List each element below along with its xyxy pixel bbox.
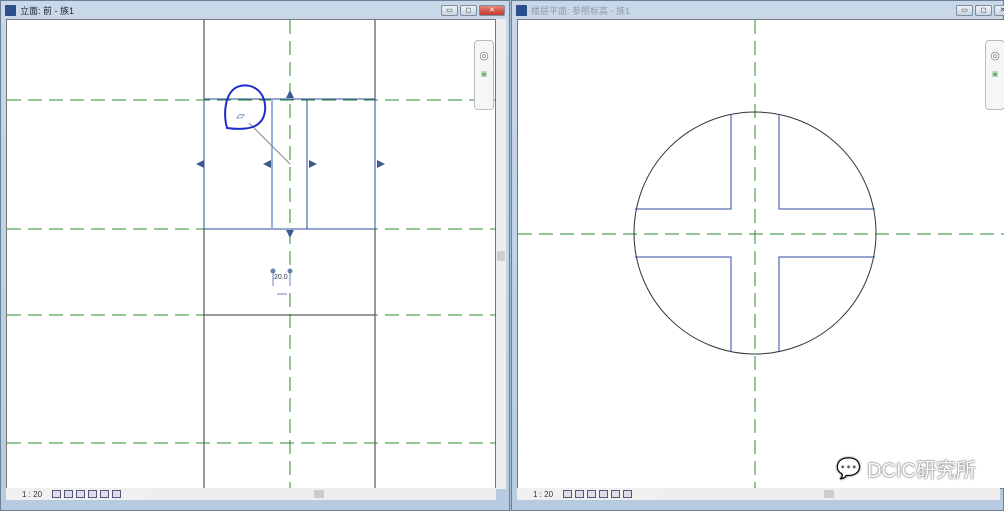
view-control-bar: 1 : 20 bbox=[517, 488, 657, 500]
zoom-icon[interactable]: ▣ bbox=[986, 70, 1004, 78]
restore-button[interactable]: ◻ bbox=[975, 5, 992, 16]
visual-style-icon[interactable] bbox=[575, 490, 585, 498]
steering-wheel-icon[interactable]: ◎ bbox=[986, 49, 1004, 62]
horizontal-scrollbar[interactable] bbox=[146, 488, 496, 500]
steering-wheel-icon[interactable]: ◎ bbox=[475, 49, 493, 62]
vertical-scrollbar[interactable] bbox=[496, 19, 506, 489]
detail-level-icon[interactable] bbox=[52, 490, 62, 498]
view-icon bbox=[516, 4, 527, 16]
plan-drawing bbox=[518, 20, 1004, 490]
arrow-right-handle bbox=[377, 160, 385, 168]
crop-icon[interactable] bbox=[100, 490, 110, 498]
work-plane-icon: ⏥ bbox=[236, 111, 245, 122]
right-title-bar[interactable]: 楼层平面: 参照标高 - 族1 bbox=[512, 1, 1003, 19]
close-button[interactable]: ✕ bbox=[994, 5, 1004, 16]
left-view-window: 立面: 前 - 族1 ▭ ◻ ✕ ⏥ 20.0 ◎ ▣ 1: 20 bbox=[0, 0, 510, 511]
left-window-title: 立面: 前 - 族1 bbox=[20, 5, 75, 16]
leader-line bbox=[248, 122, 291, 165]
view-control-bar: 1 : 20 bbox=[6, 488, 146, 500]
sun-path-icon[interactable] bbox=[76, 490, 86, 498]
scale-label[interactable]: 1 : 20 bbox=[533, 490, 553, 499]
horizontal-scrollbar[interactable] bbox=[657, 488, 1000, 500]
arrow-up-handle bbox=[286, 90, 294, 98]
right-window-title: 楼层平面: 参照标高 - 族1 bbox=[531, 5, 631, 16]
hide-icon[interactable] bbox=[623, 490, 633, 498]
right-view-window: 楼层平面: 参照标高 - 族1 ▭ ◻ ✕ ◎ ▣ 1 : 20 bbox=[511, 0, 1004, 511]
restore-button[interactable]: ◻ bbox=[460, 5, 477, 16]
crop-icon[interactable] bbox=[611, 490, 621, 498]
arrow-left-handle bbox=[196, 160, 204, 168]
navigation-bar[interactable]: ◎ ▣ bbox=[474, 40, 494, 110]
arrow-down-handle bbox=[286, 230, 294, 238]
dimension bbox=[270, 268, 293, 295]
minimize-button[interactable]: ▭ bbox=[441, 5, 458, 16]
detail-level-icon[interactable] bbox=[563, 490, 573, 498]
arrow-left-handle bbox=[263, 160, 271, 168]
arrow-right-handle bbox=[309, 160, 317, 168]
view-icon bbox=[5, 4, 16, 16]
shadows-icon[interactable] bbox=[88, 490, 98, 498]
elevation-canvas[interactable]: ⏥ 20.0 ◎ ▣ bbox=[6, 19, 496, 490]
zoom-icon[interactable]: ▣ bbox=[475, 70, 493, 78]
wechat-icon: 💬 bbox=[836, 458, 862, 480]
shadows-icon[interactable] bbox=[599, 490, 609, 498]
navigation-bar[interactable]: ◎ ▣ bbox=[985, 40, 1004, 110]
dimension-value: 20.0 bbox=[274, 274, 288, 281]
left-title-bar[interactable]: 立面: 前 - 族1 bbox=[1, 1, 509, 19]
minimize-button[interactable]: ▭ bbox=[956, 5, 973, 16]
plan-canvas[interactable]: ◎ ▣ bbox=[517, 19, 1004, 490]
hide-icon[interactable] bbox=[112, 490, 122, 498]
visual-style-icon[interactable] bbox=[64, 490, 74, 498]
scale-label[interactable]: 1 : 20 bbox=[22, 490, 42, 499]
watermark-text: DCIC研究所 bbox=[867, 460, 976, 482]
elevation-drawing: ⏥ 20.0 bbox=[7, 20, 496, 490]
watermark: 💬 DCIC研究所 bbox=[836, 454, 976, 483]
hand-drawn-circle bbox=[224, 84, 267, 130]
sun-path-icon[interactable] bbox=[587, 490, 597, 498]
close-button[interactable]: ✕ bbox=[479, 5, 505, 16]
